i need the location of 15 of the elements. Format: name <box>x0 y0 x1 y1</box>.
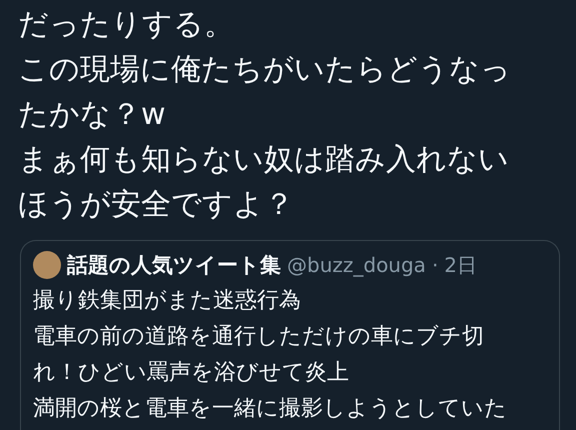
quoted-text-line: れ！ひどい罵声を浴びせて炎上 <box>33 359 349 387</box>
tweet-text-line: この現場に俺たちがいたらどうなっ <box>18 51 511 89</box>
tweet-text-line: たかな？w <box>18 96 166 134</box>
display-name: 話題の人気ツイート集 <box>67 252 281 279</box>
quoted-text-line: 満開の桜と電車を一緒に撮影しようとしていた <box>33 395 507 423</box>
avatar <box>33 251 61 279</box>
quoted-text-line: 撮り鉄集団がまた迷惑行為 <box>33 287 301 315</box>
tweet-text-line: だったりする。 <box>18 6 234 44</box>
tweet-text-line: ほうが安全ですよ？ <box>18 186 294 224</box>
separator: · <box>432 253 438 277</box>
quoted-tweet-card[interactable]: 話題の人気ツイート集 @buzz_douga · 2日 撮り鉄集団がまた迷惑行為 電車の前の道路を通行しただけの車にブチ切 れ！ひどい罵声を浴びせて炎上 満開の桜と電車を一緒に撮影しようとしていた <box>20 240 560 430</box>
tweet-text-line: まぁ何も知らない奴は踏み入れない <box>18 141 509 179</box>
timestamp: 2日 <box>444 252 478 278</box>
handle: @buzz_douga <box>287 253 426 277</box>
quoted-text-line: 電車の前の道路を通行しただけの車にブチ切 <box>33 323 484 351</box>
